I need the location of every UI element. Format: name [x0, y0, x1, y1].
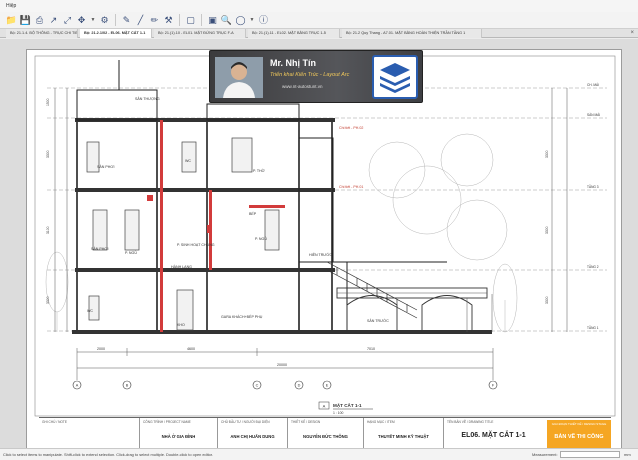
dim-right: 3300 — [545, 150, 549, 158]
status-message: Click to select items to manipulate. Shi… — [3, 452, 213, 457]
room-label: WC — [87, 309, 93, 313]
export-icon[interactable]: ↗ — [48, 15, 59, 26]
line-icon[interactable]: ╱ — [135, 15, 146, 26]
level-tag: TẦNG 3 — [587, 185, 599, 189]
tab-document-1[interactable]: Bộ: 21.1.4. BỘ THÔNG - TRỤC CHI TIẾT (DI… — [6, 29, 78, 38]
measure-icon[interactable]: ▢ — [185, 15, 196, 26]
dim-bottom: 4600 — [187, 347, 195, 351]
toolbar-separator — [201, 14, 202, 26]
room-label: SÂN PHƠI — [91, 247, 108, 251]
level-tag: TẦNG 2 — [587, 265, 599, 269]
room-label: SÂN TRƯỚC — [367, 318, 389, 323]
room-label: HÀNH LANG — [171, 265, 192, 269]
chevron-down-icon[interactable]: ▼ — [249, 15, 255, 26]
dim-left: 3100 — [46, 226, 50, 234]
room-label: WC — [185, 159, 191, 163]
room-label: GARA KHÁCH+BẾP PHỤ — [221, 314, 263, 319]
pen-icon[interactable]: ✎ — [121, 15, 132, 26]
zoom-icon[interactable]: 🔍 — [221, 15, 232, 26]
tab-document-2[interactable]: Bộ: 21.2.1/02 - EL06. MẶT CẮT 1-1 — [80, 29, 152, 38]
room-label: BẾP — [249, 211, 257, 216]
dim-right: 3300 — [545, 296, 549, 304]
dim-total: 20000 — [277, 363, 287, 367]
section-scale: 1 : 100 — [333, 411, 343, 415]
room-label: P. NGỦ — [255, 236, 267, 241]
layers-logo-icon — [372, 55, 418, 99]
note-label: Chi tiết - PH.02 — [339, 126, 363, 130]
author-banner: Mr. Nhị Tín Triển khai Kiến Trúc - Layou… — [209, 50, 423, 103]
folder-open-icon[interactable]: 📁 — [6, 15, 17, 26]
room-label: P. THỜ — [253, 168, 265, 173]
room-label: SÂN PHƠI — [97, 165, 114, 169]
room-label: HIÊN TRƯỚC — [309, 252, 332, 257]
measurement-label: Measurement: — [532, 452, 558, 457]
grid-bubble: A — [76, 384, 79, 388]
toolbar-separator — [115, 14, 116, 26]
status-bar: Click to select items to manipulate. Shi… — [0, 448, 638, 460]
drawing-canvas[interactable]: SÂN THƯỢNG SÂN PHƠI WC P. THỜ SÂN PHƠI P… — [0, 39, 638, 453]
section-drawing: SÂN THƯỢNG SÂN PHƠI WC P. THỜ SÂN PHƠI P… — [34, 55, 616, 417]
tab-document-5[interactable]: Bộ: 21.2 Quy Thang - A7.01. MẶT BẰNG HOÀ… — [342, 29, 482, 38]
dim-right: 3300 — [545, 226, 549, 234]
level-tag: TẦNG 1 — [587, 326, 599, 330]
print-icon[interactable]: ⎙ — [34, 15, 45, 26]
banner-role: Triển khai Kiến Trúc - Layout Arc — [270, 72, 350, 78]
drawing-sheet: SÂN THƯỢNG SÂN PHƠI WC P. THỜ SÂN PHƠI P… — [26, 49, 622, 453]
grid-bubble: C — [256, 384, 259, 388]
section-letter: A — [323, 404, 326, 409]
grid-bubble: E — [326, 384, 329, 388]
measurement-unit: mm — [624, 452, 631, 457]
compass-icon[interactable]: ◯ — [235, 15, 246, 26]
help-icon[interactable]: ⓘ — [258, 15, 269, 26]
app-window: Hiệp 📁 💾 ⎙ ↗ ⤢ ✥ ▼ ⚙ ✎ ╱ ✏ ⚒ ▢ ▣ 🔍 ◯ ▼ ⓘ… — [0, 0, 638, 460]
dim-left: 3300 — [46, 150, 50, 158]
section-title: MẶT CẮT 1-1 — [333, 401, 362, 408]
toolbar-separator — [179, 14, 180, 26]
dim-left: 1500 — [46, 98, 50, 106]
close-icon[interactable]: × — [630, 29, 634, 38]
document-tabs: Bộ: 21.1.4. BỘ THÔNG - TRỤC CHI TIẾT (DI… — [0, 29, 638, 38]
tab-document-4[interactable]: Bộ: 21.(1).11 - EL02. MẶT BẰNG TRỤC 1-5 — [248, 29, 340, 38]
tab-document-3[interactable]: Bộ: 21.(1).10 - EL01. MẶT ĐỨNG TRỤC F-A — [154, 29, 246, 38]
save-icon[interactable]: 💾 — [20, 15, 31, 26]
room-label: P. SINH HOẠT CHUNG — [177, 243, 215, 247]
room-label: P. NGỦ — [125, 250, 137, 255]
crop-icon[interactable]: ⤢ — [62, 15, 73, 26]
avatar — [215, 57, 263, 98]
stamp-icon[interactable]: ▣ — [207, 15, 218, 26]
toolbar: 📁 💾 ⎙ ↗ ⤢ ✥ ▼ ⚙ ✎ ╱ ✏ ⚒ ▢ ▣ 🔍 ◯ ▼ ⓘ — [0, 12, 638, 29]
room-label: SÂN THƯỢNG — [135, 97, 160, 101]
chevron-down-icon[interactable]: ▼ — [90, 15, 96, 26]
design-stage-badge: GIAI ĐOẠN THIẾT KẾ / DESIGN STAGE BẢN VẼ… — [547, 420, 611, 450]
pan-icon[interactable]: ✥ — [76, 15, 87, 26]
dim-bottom: 7010 — [367, 347, 375, 351]
app-title: Hiệp — [6, 3, 17, 9]
measurement-field[interactable] — [560, 451, 620, 458]
dim-bottom: 2000 — [97, 347, 105, 351]
dim-left: 3300 — [46, 296, 50, 304]
banner-website: www.nt-autostunt.vn — [282, 84, 323, 89]
banner-name: Mr. Nhị Tín — [270, 58, 316, 68]
room-label: KHO — [177, 323, 185, 327]
dropper-icon[interactable]: ⚒ — [163, 15, 174, 26]
highlight-icon[interactable]: ✏ — [149, 15, 160, 26]
grid-bubble: B — [126, 384, 129, 388]
level-tag: CH. MÁI — [587, 83, 599, 87]
grid-bubble: D — [298, 384, 301, 388]
level-tag: SÀN MÁI — [587, 113, 600, 117]
title-bar: Hiệp — [0, 0, 638, 12]
settings-icon[interactable]: ⚙ — [99, 15, 110, 26]
note-label: Chi tiết - PH.01 — [339, 185, 363, 189]
